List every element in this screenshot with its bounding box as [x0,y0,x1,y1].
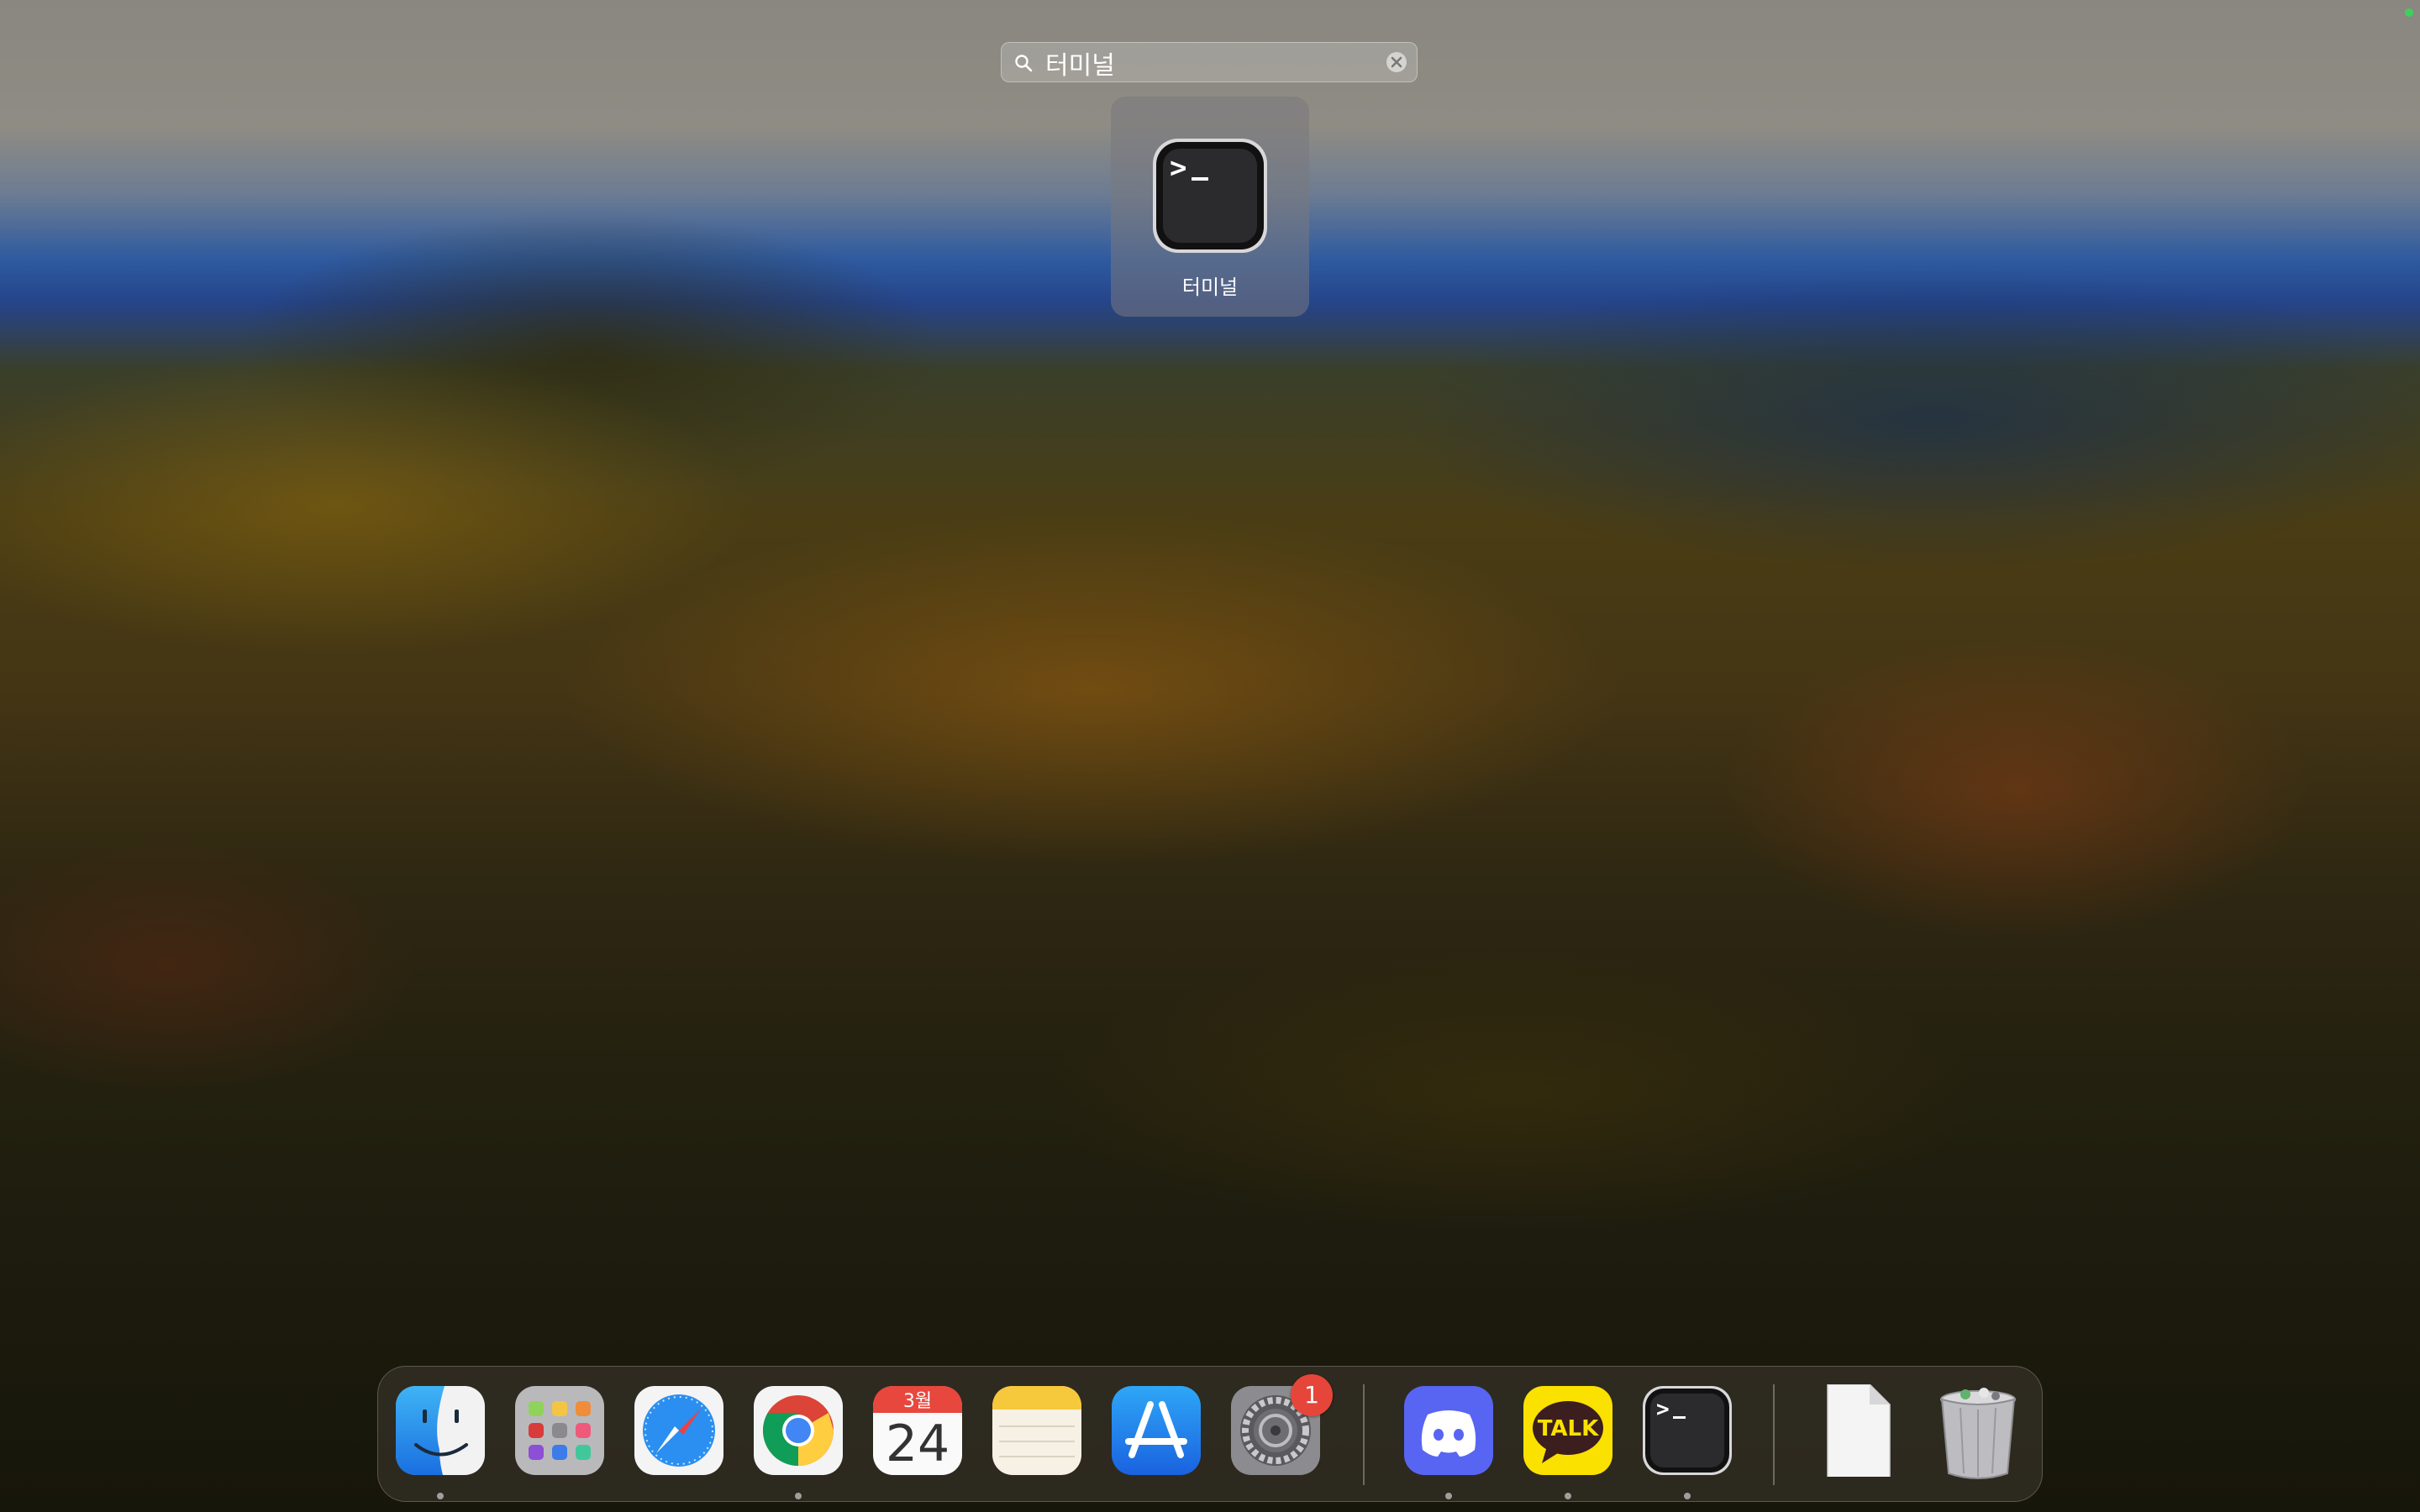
running-indicator [1684,1493,1691,1499]
document-icon [1827,1384,1891,1477]
svg-text:>: > [1656,1397,1670,1422]
calendar-day: 24 [885,1415,950,1473]
dock-finder[interactable] [394,1384,487,1477]
terminal-icon: > [1643,1386,1732,1475]
dock-divider [1363,1384,1365,1485]
dock-trash[interactable] [1932,1384,2024,1479]
dock-divider [1773,1384,1775,1485]
app-store-icon [1112,1386,1201,1475]
dock-safari[interactable] [633,1384,725,1477]
dock [377,1366,2043,1502]
notification-badge: 1 [1291,1374,1333,1416]
discord-icon [1404,1386,1493,1475]
dock-calendar[interactable]: 3월 24 [871,1384,964,1477]
search-icon [1015,55,1033,72]
dock-terminal[interactable]: > [1641,1384,1733,1477]
dock-notes[interactable] [991,1384,1083,1477]
dock-document[interactable] [1812,1384,1905,1477]
svg-text:>: > [1170,151,1186,185]
terminal-icon: > [1153,139,1267,253]
dock-launchpad[interactable] [513,1384,606,1477]
notes-icon [992,1386,1081,1475]
running-indicator [1445,1493,1452,1499]
dock-kakaotalk[interactable]: TALK [1522,1384,1614,1477]
clear-icon[interactable] [1385,50,1408,74]
status-indicator-dot [2405,8,2413,17]
calendar-month: 3월 [902,1391,933,1412]
kakaotalk-label: TALK [1537,1416,1599,1441]
trash-icon [1940,1388,2016,1479]
finder-icon [396,1386,485,1475]
search-bar[interactable] [1001,42,1418,82]
dock-chrome[interactable] [752,1384,844,1477]
dock-app-store[interactable] [1110,1384,1202,1477]
running-indicator [795,1493,802,1499]
chrome-icon [754,1386,843,1475]
running-indicator [1565,1493,1571,1499]
search-result-label: 터미널 [1181,276,1239,299]
safari-icon [634,1386,723,1475]
dock-discord[interactable] [1402,1384,1495,1477]
search-input[interactable] [1044,46,1366,80]
running-indicator [437,1493,444,1499]
launchpad-icon [515,1386,604,1475]
